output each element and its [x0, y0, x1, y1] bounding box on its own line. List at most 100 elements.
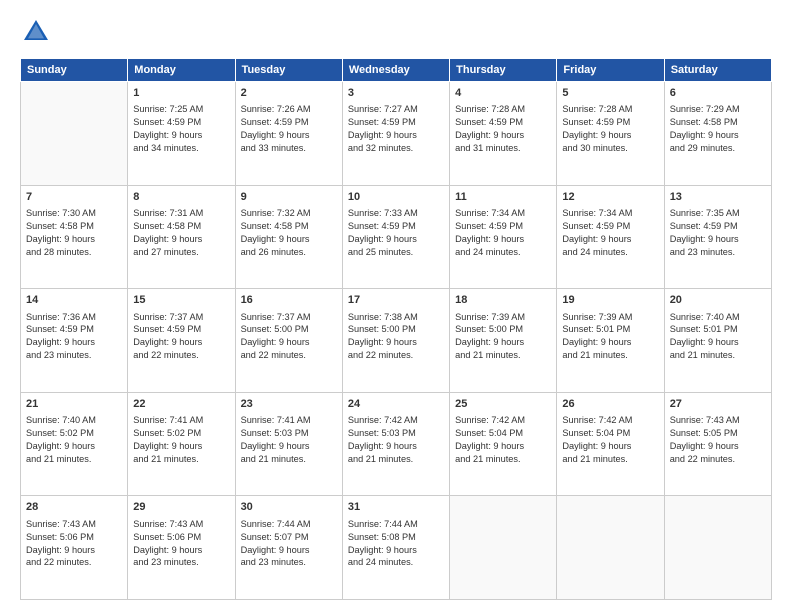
day-number: 13: [670, 190, 766, 205]
weekday-header-thursday: Thursday: [450, 59, 557, 82]
day-info: Sunrise: 7:36 AM Sunset: 4:59 PM Dayligh…: [26, 311, 122, 363]
calendar-table: SundayMondayTuesdayWednesdayThursdayFrid…: [20, 58, 772, 600]
page: SundayMondayTuesdayWednesdayThursdayFrid…: [0, 0, 792, 612]
day-info: Sunrise: 7:30 AM Sunset: 4:58 PM Dayligh…: [26, 207, 122, 259]
calendar-cell: 11 Sunrise: 7:34 AM Sunset: 4:59 PM Dayli…: [450, 185, 557, 289]
day-number: 17: [348, 293, 444, 308]
day-info: Sunrise: 7:40 AM Sunset: 5:01 PM Dayligh…: [670, 311, 766, 363]
day-number: 9: [241, 190, 337, 205]
logo: [20, 16, 56, 48]
weekday-header-friday: Friday: [557, 59, 664, 82]
day-number: 14: [26, 293, 122, 308]
calendar-cell: 22Sunrise: 7:41 AM Sunset: 5:02 PM Dayli…: [128, 392, 235, 496]
calendar-cell: 9 Sunrise: 7:32 AM Sunset: 4:58 PM Daylig…: [235, 185, 342, 289]
day-number: 25: [455, 397, 551, 412]
day-number: 19: [562, 293, 658, 308]
day-number: 11: [455, 190, 551, 205]
calendar-cell: 2 Sunrise: 7:26 AM Sunset: 4:59 PM Daylig…: [235, 82, 342, 186]
day-number: 18: [455, 293, 551, 308]
day-info: Sunrise: 7:32 AM Sunset: 4:58 PM Dayligh…: [241, 207, 337, 259]
calendar-cell: 13 Sunrise: 7:35 AM Sunset: 4:59 PM Dayli…: [664, 185, 771, 289]
calendar-cell: 12 Sunrise: 7:34 AM Sunset: 4:59 PM Dayli…: [557, 185, 664, 289]
day-info: Sunrise: 7:26 AM Sunset: 4:59 PM Dayligh…: [241, 103, 337, 155]
day-number: 21: [26, 397, 122, 412]
day-number: 29: [133, 500, 229, 515]
weekday-header-sunday: Sunday: [21, 59, 128, 82]
calendar-cell: 8 Sunrise: 7:31 AM Sunset: 4:58 PM Daylig…: [128, 185, 235, 289]
weekday-header-saturday: Saturday: [664, 59, 771, 82]
calendar-cell: 10 Sunrise: 7:33 AM Sunset: 4:59 PM Dayli…: [342, 185, 449, 289]
day-number: 15: [133, 293, 229, 308]
calendar-week-0: 1 Sunrise: 7:25 AM Sunset: 4:59 PM Daylig…: [21, 82, 772, 186]
day-info: Sunrise: 7:28 AM Sunset: 4:59 PM Dayligh…: [455, 103, 551, 155]
day-info: Sunrise: 7:40 AM Sunset: 5:02 PM Dayligh…: [26, 414, 122, 466]
calendar-cell: 27 Sunrise: 7:43 AM Sunset: 5:05 PM Dayli…: [664, 392, 771, 496]
day-info: Sunrise: 7:41 AM Sunset: 5:03 PM Dayligh…: [241, 414, 337, 466]
day-number: 1: [133, 86, 229, 101]
day-info: Sunrise: 7:38 AM Sunset: 5:00 PM Dayligh…: [348, 311, 444, 363]
day-info: Sunrise: 7:43 AM Sunset: 5:05 PM Dayligh…: [670, 414, 766, 466]
calendar-week-2: 14 Sunrise: 7:36 AM Sunset: 4:59 PM Dayli…: [21, 289, 772, 393]
day-number: 5: [562, 86, 658, 101]
day-number: 12: [562, 190, 658, 205]
day-number: 28: [26, 500, 122, 515]
day-info: Sunrise: 7:31 AM Sunset: 4:58 PM Dayligh…: [133, 207, 229, 259]
day-info: Sunrise: 7:35 AM Sunset: 4:59 PM Dayligh…: [670, 207, 766, 259]
calendar-cell: 3Sunrise: 7:27 AM Sunset: 4:59 PM Daylig…: [342, 82, 449, 186]
day-info: Sunrise: 7:34 AM Sunset: 4:59 PM Dayligh…: [562, 207, 658, 259]
day-info: Sunrise: 7:43 AM Sunset: 5:06 PM Dayligh…: [133, 518, 229, 570]
calendar-cell: [450, 496, 557, 600]
day-info: Sunrise: 7:33 AM Sunset: 4:59 PM Dayligh…: [348, 207, 444, 259]
calendar-cell: 4 Sunrise: 7:28 AM Sunset: 4:59 PM Daylig…: [450, 82, 557, 186]
calendar-cell: 17 Sunrise: 7:38 AM Sunset: 5:00 PM Dayli…: [342, 289, 449, 393]
calendar-cell: 15 Sunrise: 7:37 AM Sunset: 4:59 PM Dayli…: [128, 289, 235, 393]
weekday-header-row: SundayMondayTuesdayWednesdayThursdayFrid…: [21, 59, 772, 82]
day-info: Sunrise: 7:37 AM Sunset: 4:59 PM Dayligh…: [133, 311, 229, 363]
calendar-cell: 18Sunrise: 7:39 AM Sunset: 5:00 PM Dayli…: [450, 289, 557, 393]
calendar-cell: 1 Sunrise: 7:25 AM Sunset: 4:59 PM Daylig…: [128, 82, 235, 186]
calendar-week-1: 7Sunrise: 7:30 AM Sunset: 4:58 PM Daylig…: [21, 185, 772, 289]
day-info: Sunrise: 7:42 AM Sunset: 5:03 PM Dayligh…: [348, 414, 444, 466]
day-info: Sunrise: 7:44 AM Sunset: 5:07 PM Dayligh…: [241, 518, 337, 570]
calendar-cell: 25 Sunrise: 7:42 AM Sunset: 5:04 PM Dayli…: [450, 392, 557, 496]
day-number: 30: [241, 500, 337, 515]
calendar-cell: 23 Sunrise: 7:41 AM Sunset: 5:03 PM Dayli…: [235, 392, 342, 496]
calendar-cell: 21 Sunrise: 7:40 AM Sunset: 5:02 PM Dayli…: [21, 392, 128, 496]
day-info: Sunrise: 7:39 AM Sunset: 5:01 PM Dayligh…: [562, 311, 658, 363]
day-number: 27: [670, 397, 766, 412]
weekday-header-monday: Monday: [128, 59, 235, 82]
day-number: 20: [670, 293, 766, 308]
day-info: Sunrise: 7:41 AM Sunset: 5:02 PM Dayligh…: [133, 414, 229, 466]
day-info: Sunrise: 7:42 AM Sunset: 5:04 PM Dayligh…: [562, 414, 658, 466]
day-info: Sunrise: 7:44 AM Sunset: 5:08 PM Dayligh…: [348, 518, 444, 570]
calendar-cell: [21, 82, 128, 186]
day-info: Sunrise: 7:28 AM Sunset: 4:59 PM Dayligh…: [562, 103, 658, 155]
calendar-cell: 16Sunrise: 7:37 AM Sunset: 5:00 PM Dayli…: [235, 289, 342, 393]
calendar-cell: [664, 496, 771, 600]
day-number: 10: [348, 190, 444, 205]
logo-icon: [20, 16, 52, 48]
calendar-cell: 19 Sunrise: 7:39 AM Sunset: 5:01 PM Dayli…: [557, 289, 664, 393]
day-number: 2: [241, 86, 337, 101]
weekday-header-tuesday: Tuesday: [235, 59, 342, 82]
day-info: Sunrise: 7:34 AM Sunset: 4:59 PM Dayligh…: [455, 207, 551, 259]
calendar-cell: 26 Sunrise: 7:42 AM Sunset: 5:04 PM Dayli…: [557, 392, 664, 496]
calendar-cell: 7Sunrise: 7:30 AM Sunset: 4:58 PM Daylig…: [21, 185, 128, 289]
header: [20, 16, 772, 48]
day-number: 31: [348, 500, 444, 515]
day-number: 26: [562, 397, 658, 412]
day-info: Sunrise: 7:25 AM Sunset: 4:59 PM Dayligh…: [133, 103, 229, 155]
day-number: 6: [670, 86, 766, 101]
calendar-cell: 29 Sunrise: 7:43 AM Sunset: 5:06 PM Dayli…: [128, 496, 235, 600]
day-info: Sunrise: 7:43 AM Sunset: 5:06 PM Dayligh…: [26, 518, 122, 570]
day-number: 4: [455, 86, 551, 101]
day-info: Sunrise: 7:27 AM Sunset: 4:59 PM Dayligh…: [348, 103, 444, 155]
day-info: Sunrise: 7:37 AM Sunset: 5:00 PM Dayligh…: [241, 311, 337, 363]
calendar-cell: 14 Sunrise: 7:36 AM Sunset: 4:59 PM Dayli…: [21, 289, 128, 393]
day-info: Sunrise: 7:42 AM Sunset: 5:04 PM Dayligh…: [455, 414, 551, 466]
day-number: 8: [133, 190, 229, 205]
day-number: 23: [241, 397, 337, 412]
calendar-week-4: 28 Sunrise: 7:43 AM Sunset: 5:06 PM Dayli…: [21, 496, 772, 600]
calendar-cell: 6Sunrise: 7:29 AM Sunset: 4:58 PM Daylig…: [664, 82, 771, 186]
calendar-week-3: 21 Sunrise: 7:40 AM Sunset: 5:02 PM Dayli…: [21, 392, 772, 496]
